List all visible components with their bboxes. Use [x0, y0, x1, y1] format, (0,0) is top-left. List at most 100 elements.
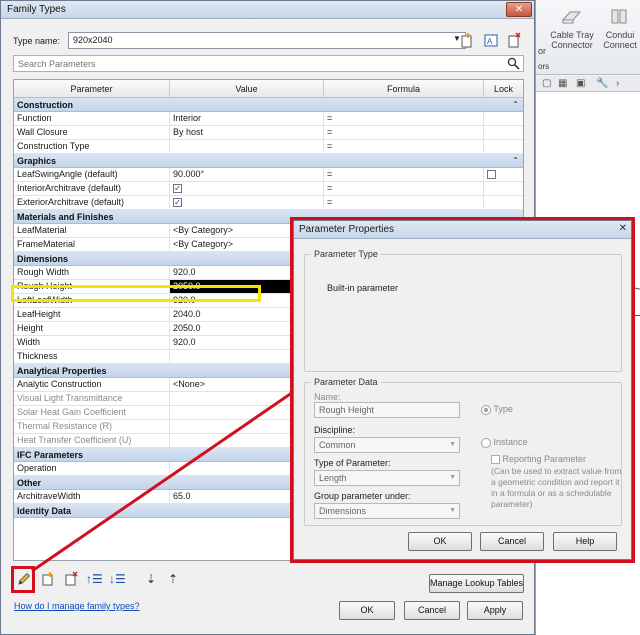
table-row[interactable]: Function Interior = [14, 112, 523, 126]
lock-cell[interactable] [484, 112, 523, 125]
column-header-lock[interactable]: Lock [484, 80, 523, 98]
cable-tray-connector-button[interactable]: Cable Tray Connector [548, 6, 596, 50]
instance-radio[interactable]: Instance [481, 437, 528, 448]
instance-radio-button[interactable] [481, 437, 491, 448]
value-cell[interactable] [170, 140, 324, 153]
conduit-label-1: Condui [605, 30, 635, 40]
conduit-label-2: Connect [603, 40, 637, 50]
table-row[interactable]: Construction Type = [14, 140, 523, 154]
cancel-button[interactable]: Cancel [404, 601, 460, 620]
pp-cancel-button[interactable]: Cancel [480, 532, 544, 551]
type-name-row: Type name: 920x2040 ▼ A [13, 32, 523, 52]
discipline-label: Discipline: [314, 425, 356, 435]
group-parameter-label: Group parameter under: [314, 491, 411, 501]
lock-cell[interactable] [484, 182, 523, 195]
formula-cell[interactable]: = [324, 182, 484, 195]
toolbar-grid-icon[interactable]: ▦ [558, 78, 567, 89]
type-radio[interactable]: Type [481, 404, 513, 415]
family-types-titlebar[interactable]: Family Types ✕ [1, 1, 534, 19]
move-up-icon: ↑☰ [86, 572, 103, 586]
pp-ok-button[interactable]: OK [408, 532, 472, 551]
type-name-value: 920x2040 [73, 35, 113, 45]
new-type-icon[interactable] [459, 32, 475, 49]
ribbon-panel: or Cable Tray Connector Condui Connect o… [536, 0, 640, 75]
rename-type-icon[interactable]: A [483, 32, 499, 49]
sort-ascending-button[interactable]: ⇣ [143, 571, 159, 587]
checkbox-checked-icon[interactable]: ✓ [173, 184, 182, 194]
group-header-label: Analytical Properties [17, 366, 107, 376]
group-header-label: Identity Data [17, 506, 72, 516]
checkbox-checked-icon[interactable]: ✓ [173, 198, 182, 208]
value-cell[interactable]: 90.000° [170, 168, 324, 181]
parameter-name-cell: Height [14, 322, 170, 335]
lock-cell[interactable] [484, 140, 523, 153]
formula-cell[interactable]: = [324, 112, 484, 125]
parameter-properties-titlebar[interactable]: Parameter Properties ✕ [294, 221, 631, 239]
type-radio-button[interactable] [481, 404, 491, 415]
value-cell[interactable]: By host [170, 126, 324, 139]
table-row[interactable]: ExteriorArchitrave (default) ✓ = [14, 196, 523, 210]
table-row[interactable]: Wall Closure By host = [14, 126, 523, 140]
formula-cell[interactable]: = [324, 126, 484, 139]
collapse-icon[interactable]: ⌃ [512, 98, 519, 112]
close-button[interactable]: ✕ [506, 2, 532, 17]
toolbar-wrench-icon[interactable]: 🔧 [596, 78, 608, 89]
parameter-name-cell: Thickness [14, 350, 170, 363]
collapse-icon[interactable]: ⌃ [512, 154, 519, 168]
search-input[interactable] [14, 56, 494, 71]
parameter-name-cell: LeafMaterial [14, 224, 170, 237]
lock-checkbox[interactable] [487, 170, 496, 180]
manage-lookup-tables-button[interactable]: Manage Lookup Tables [429, 574, 524, 593]
new-parameter-button[interactable] [40, 571, 56, 587]
move-up-button[interactable]: ↑☰ [86, 571, 103, 587]
toolbar-chevron-icon[interactable]: › [616, 78, 619, 89]
table-row[interactable]: InteriorArchitrave (default) ✓ = [14, 182, 523, 196]
parameter-name-cell: ExteriorArchitrave (default) [14, 196, 170, 209]
sort-descending-button[interactable]: ⇡ [165, 571, 181, 587]
column-header-parameter[interactable]: Parameter [14, 80, 170, 98]
parameter-name-cell: Analytic Construction [14, 378, 170, 391]
lock-cell[interactable] [484, 126, 523, 139]
move-down-button[interactable]: ↓☰ [109, 571, 126, 587]
group-parameter-select[interactable]: Dimensions ▼ [314, 503, 460, 519]
delete-parameter-button[interactable] [63, 571, 79, 587]
value-checkbox-cell[interactable]: ✓ [170, 182, 324, 195]
value-cell[interactable]: Interior [170, 112, 324, 125]
group-header[interactable]: Construction ⌃ [14, 98, 523, 112]
cable-tray-label-2: Connector [551, 40, 593, 50]
parameter-name-cell: LeafSwingAngle (default) [14, 168, 170, 181]
conduit-connector-button[interactable]: Condui Connect [598, 6, 640, 50]
pp-help-button[interactable]: Help [553, 532, 617, 551]
formula-cell[interactable]: = [324, 140, 484, 153]
search-icon[interactable] [507, 57, 520, 70]
toolbar-square-icon[interactable]: ▢ [542, 78, 551, 89]
grid-header: Parameter Value Formula Lock [14, 80, 523, 98]
apply-button[interactable]: Apply [467, 601, 523, 620]
formula-cell[interactable]: = [324, 168, 484, 181]
column-header-value[interactable]: Value [170, 80, 324, 98]
help-link[interactable]: How do I manage family types? [14, 601, 140, 611]
lock-cell[interactable] [484, 168, 523, 181]
ok-button[interactable]: OK [339, 601, 395, 620]
toolbar-window-icon[interactable]: ▣ [576, 78, 585, 89]
lock-cell[interactable] [484, 196, 523, 209]
reporting-parameter-checkbox[interactable]: Reporting Parameter [491, 454, 586, 465]
parameter-name-cell: ArchitraveWidth [14, 490, 170, 503]
type-name-label: Type name: [13, 36, 61, 46]
parameter-name-cell: FrameMaterial [14, 238, 170, 251]
close-icon[interactable]: ✕ [619, 223, 627, 234]
parameter-name-cell: Wall Closure [14, 126, 170, 139]
delete-type-icon[interactable] [506, 32, 522, 49]
name-field[interactable]: Rough Height [314, 402, 460, 418]
formula-cell[interactable]: = [324, 196, 484, 209]
svg-text:A: A [487, 37, 493, 46]
reporting-checkbox-box[interactable] [491, 455, 500, 465]
value-checkbox-cell[interactable]: ✓ [170, 196, 324, 209]
group-header[interactable]: Graphics ⌃ [14, 154, 523, 168]
type-of-parameter-select[interactable]: Length ▼ [314, 470, 460, 486]
type-name-select[interactable]: 920x2040 ▼ [68, 32, 466, 49]
table-row[interactable]: LeafSwingAngle (default) 90.000° = [14, 168, 523, 182]
discipline-select[interactable]: Common ▼ [314, 437, 460, 453]
column-header-formula[interactable]: Formula [324, 80, 484, 98]
parameter-name-cell: Visual Light Transmittance [14, 392, 170, 405]
